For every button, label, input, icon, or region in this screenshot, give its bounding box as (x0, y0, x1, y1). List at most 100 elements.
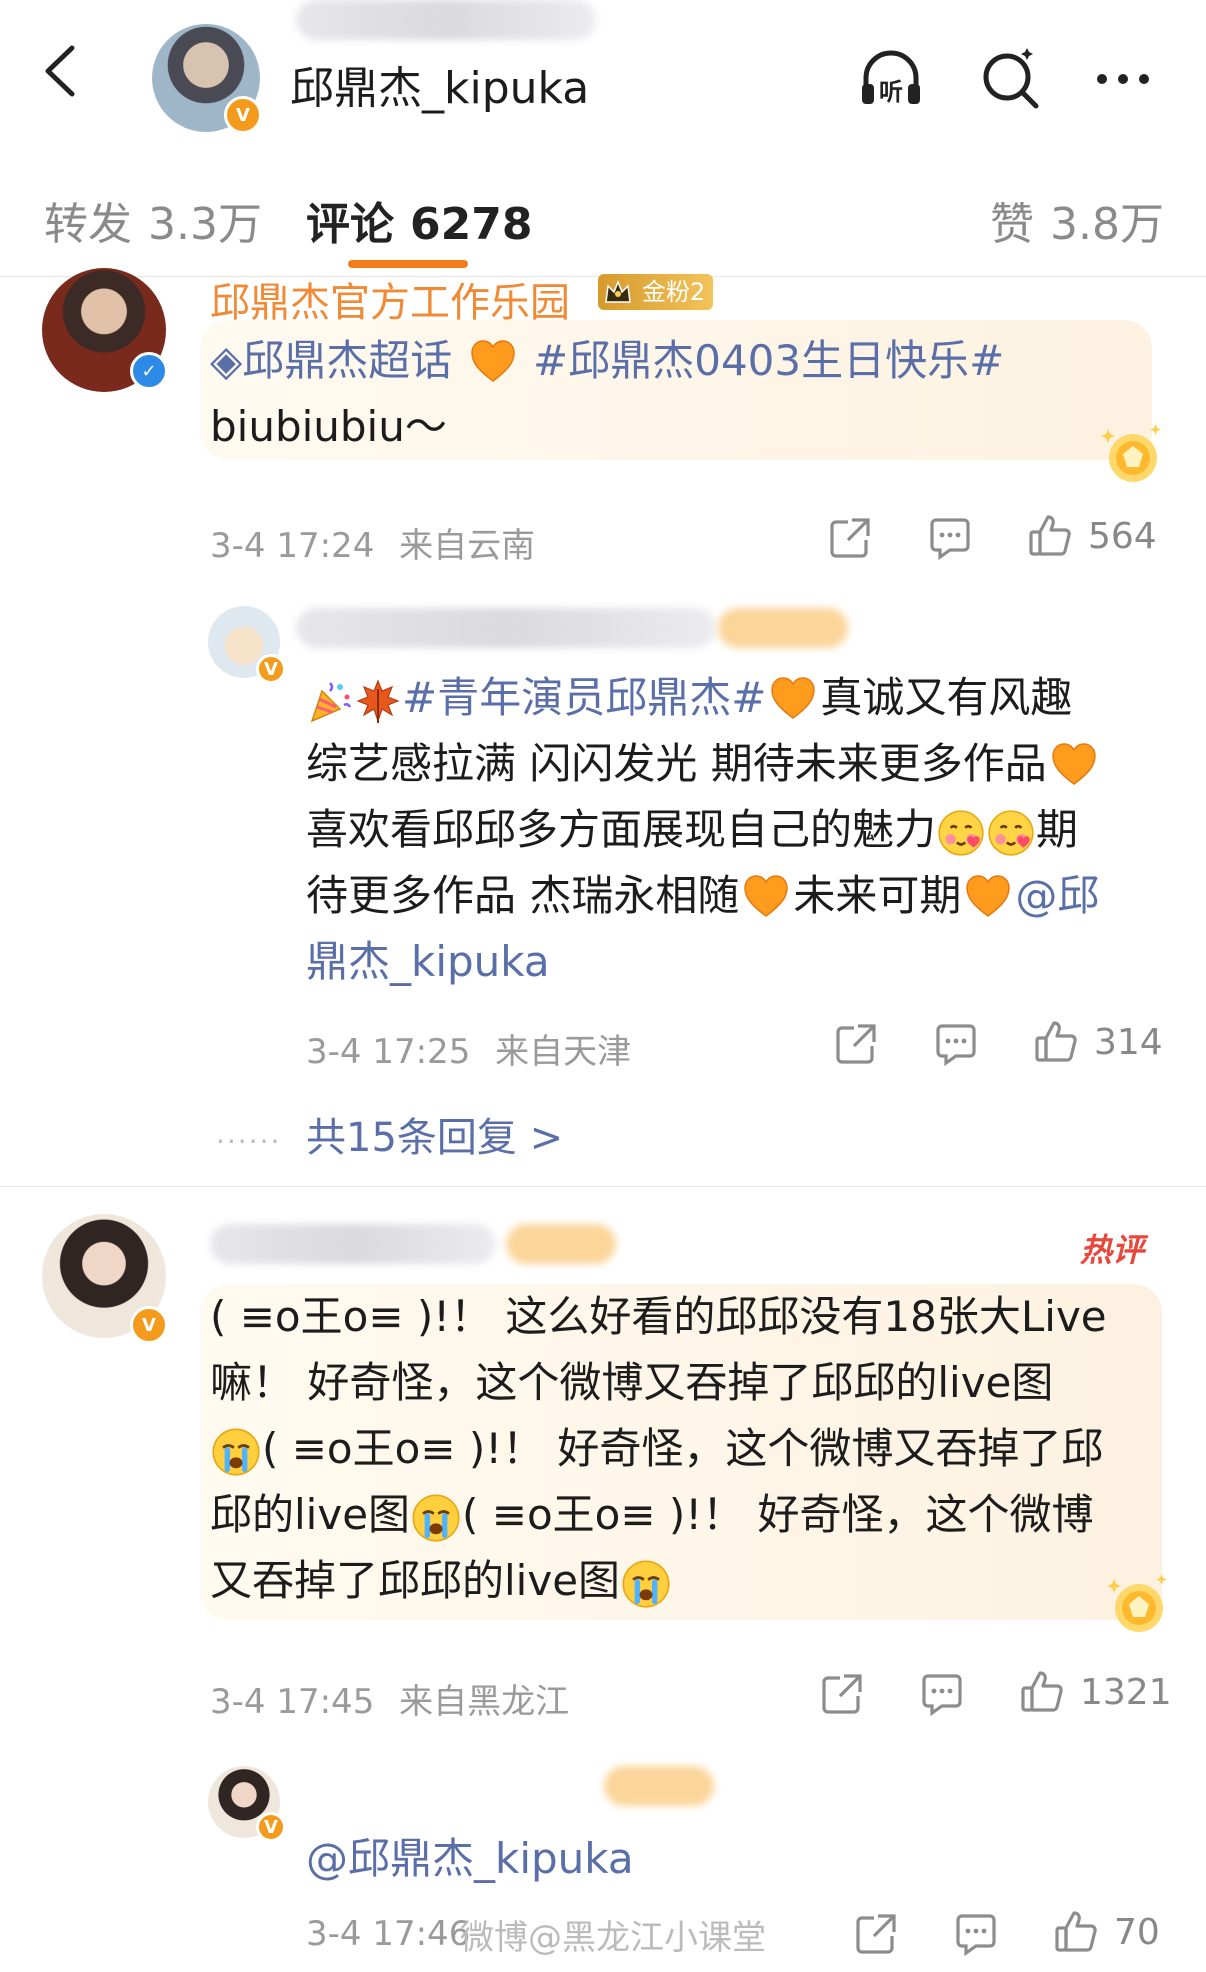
hot-comment-badge: 热评 (1080, 1231, 1145, 1269)
active-tab-indicator (348, 260, 468, 268)
crying-face-icon (410, 1492, 462, 1544)
reply-comment-icon[interactable] (932, 1020, 980, 1068)
comment-text-line: ( ≡o王o≡ )!！ 好奇怪，这个微博又吞掉了邱 (262, 1424, 1104, 1473)
blurred-badge (506, 1224, 616, 1264)
like-thumb-icon[interactable] (1018, 1668, 1066, 1716)
maple-leaf-icon (354, 677, 402, 725)
comment-text-line: 又吞掉了邱邱的live图 (210, 1556, 621, 1605)
blush-face-icon (986, 808, 1036, 858)
orange-heart-icon (470, 339, 516, 383)
reply-text-line: 综艺感拉满 闪闪发光 期待未来更多作品 (306, 739, 1047, 788)
blush-face-icon (936, 808, 986, 858)
crying-face-icon (210, 1426, 262, 1478)
share-icon[interactable] (818, 1670, 866, 1718)
orange-heart-icon (770, 676, 816, 720)
comment-text: ◈邱鼎杰超话 #邱鼎杰0403生日快乐# biubiubiu～ (210, 328, 1004, 460)
divider (0, 1186, 1206, 1187)
orange-heart-icon (1051, 742, 1097, 786)
gold-gem-icon (1104, 1570, 1174, 1640)
comment-text-line: ( ≡o王o≡ )!！ 好奇怪，这个微博 (462, 1490, 1094, 1539)
reply-location: 来自天津 (495, 1032, 632, 1072)
orange-heart-icon (965, 874, 1011, 918)
comment-text-line: 邱的live图 (210, 1490, 411, 1539)
mention-link[interactable]: 鼎杰_kipuka (306, 937, 550, 986)
top-bar: V 邱鼎杰_kipuka 听 (0, 0, 1206, 147)
view-replies-link[interactable]: 共15条回复 > (306, 1105, 563, 1163)
tab-reposts[interactable]: 转发 3.3万 (44, 188, 262, 252)
tab-likes-label: 赞 (990, 199, 1034, 250)
like-count: 1321 (1080, 1672, 1172, 1713)
verified-badge-icon: V (256, 654, 286, 684)
reply-meta: 3-4 17:46 (306, 1914, 470, 1954)
fan-level-label: 金粉2 (642, 278, 706, 306)
like-count: 70 (1114, 1912, 1160, 1953)
verified-badge-icon: ✓ (130, 352, 168, 390)
profile-name[interactable]: 邱鼎杰_kipuka (290, 52, 589, 116)
reply-text-line: 待更多作品 杰瑞永相随 (306, 871, 740, 920)
comment-location: 来自黑龙江 (399, 1682, 570, 1722)
like-thumb-icon[interactable] (1052, 1908, 1100, 1956)
listen-headphones-icon[interactable]: 听 (858, 46, 924, 112)
comment-meta: 3-4 17:45 来自黑龙江 (210, 1674, 569, 1723)
watermark: 微博@黑龙江小课堂 (460, 1918, 766, 1958)
blurred-badge (718, 608, 848, 648)
comment-meta: 3-4 17:24 来自云南 (210, 518, 535, 567)
search-icon[interactable] (978, 46, 1044, 112)
mention-link[interactable]: @邱鼎杰_kipuka (306, 1826, 634, 1892)
crying-face-icon (620, 1558, 672, 1610)
reply-text-line: 喜欢看邱邱多方面展现自己的魅力 (306, 805, 937, 854)
blurred-username (296, 608, 716, 648)
reply-comment-icon[interactable] (926, 514, 974, 562)
like-count: 564 (1088, 516, 1157, 557)
comment-text-line: biubiubiu～ (210, 402, 447, 451)
reply-text: #青年演员邱鼎杰# 真诚又有风趣 综艺感拉满 闪闪发光 期待未来更多作品 喜欢看邱… (306, 665, 1166, 995)
comment-time: 3-4 17:24 (210, 526, 375, 566)
fan-level-badge: 金粉2 (598, 274, 714, 310)
comment-text-line: ( ≡o王o≡ )!！ 这么好看的邱邱没有18张大Live (210, 1292, 1107, 1341)
verified-badge-icon: V (256, 1812, 286, 1842)
blurred-badge (604, 1766, 714, 1806)
tab-likes-count: 3.8万 (1050, 199, 1164, 250)
back-chevron-icon[interactable] (28, 36, 98, 106)
tab-likes[interactable]: 赞 3.8万 (990, 188, 1164, 252)
hashtag-link[interactable]: #青年演员邱鼎杰# (402, 673, 766, 722)
tab-reposts-label: 转发 (44, 199, 132, 250)
reply-meta: 3-4 17:25 来自天津 (306, 1024, 631, 1073)
tab-reposts-count: 3.3万 (148, 199, 262, 250)
share-icon[interactable] (852, 1910, 900, 1958)
comment-text-line: 嘛！ 好奇怪，这个微博又吞掉了邱邱的live图 (210, 1358, 1054, 1407)
tab-comments-count: 6278 (410, 199, 533, 250)
mention-link[interactable]: @邱 (1015, 871, 1099, 920)
hashtag-link[interactable]: #邱鼎杰0403生日快乐# (533, 336, 1004, 385)
reply-comment-icon[interactable] (952, 1910, 1000, 1958)
like-count: 314 (1094, 1022, 1163, 1063)
blurred-username (296, 0, 596, 40)
like-thumb-icon[interactable] (1026, 512, 1074, 560)
tab-comments-label: 评论 (306, 199, 394, 250)
comment-text: ( ≡o王o≡ )!！ 这么好看的邱邱没有18张大Live 嘛！ 好奇怪，这个微… (210, 1284, 1170, 1614)
thread-dots: ······ (216, 1125, 282, 1158)
comment-location: 来自云南 (399, 526, 536, 566)
reply-text-line: 未来可期 (793, 871, 962, 920)
reply-time: 3-4 17:25 (306, 1032, 471, 1072)
reply-text-line: 期 (1036, 805, 1079, 854)
share-icon[interactable] (832, 1020, 880, 1068)
share-icon[interactable] (826, 514, 874, 562)
comment-time: 3-4 17:45 (210, 1682, 375, 1722)
super-topic-link[interactable]: ◈邱鼎杰超话 (210, 336, 452, 385)
more-options-icon[interactable] (1090, 46, 1156, 112)
blurred-username (210, 1224, 496, 1264)
gold-gem-icon (1098, 420, 1168, 490)
reply-text-line: 真诚又有风趣 (820, 673, 1073, 722)
listen-label: 听 (879, 78, 903, 106)
party-popper-icon (306, 677, 354, 725)
reply-time: 3-4 17:46 (306, 1914, 471, 1954)
crown-icon (605, 279, 631, 303)
tab-comments[interactable]: 评论 6278 (306, 188, 532, 252)
reply-comment-icon[interactable] (918, 1670, 966, 1718)
orange-heart-icon (743, 874, 789, 918)
like-thumb-icon[interactable] (1032, 1018, 1080, 1066)
tab-bar: 转发 3.3万 评论 6278 赞 3.8万 (0, 146, 1206, 277)
verified-badge-icon: V (130, 1306, 168, 1344)
verified-badge-icon: V (224, 96, 262, 134)
